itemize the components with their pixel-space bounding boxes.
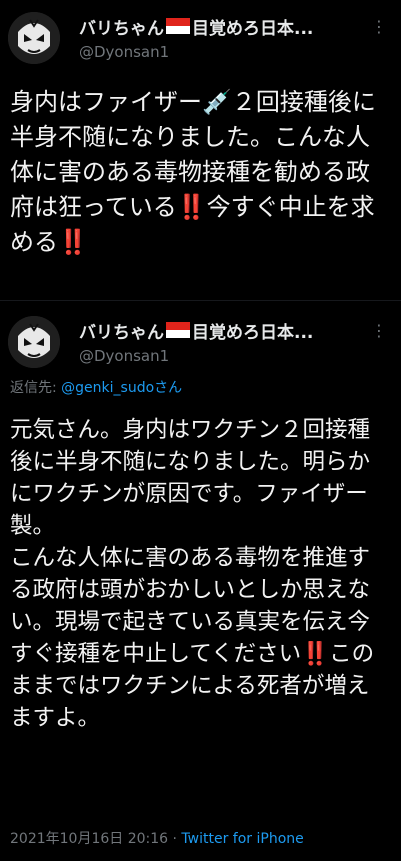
author-handle[interactable]: @Dyonsan1 [79,347,169,365]
reply-to-line: 返信先: @genki_sudoさん [10,377,182,397]
timestamp[interactable]: 2021年10月16日 20:16 [10,831,168,847]
more-dots-icon[interactable]: ⋮ [367,318,391,342]
author-name-row[interactable]: バリちゃん 目覚めろ日本... [79,14,314,39]
meta-separator: · [168,831,182,847]
tweet-2[interactable]: バリちゃん 目覚めろ日本... @Dyonsan1 ⋮ 返信先: @genki_… [0,300,401,861]
avatar[interactable] [8,12,60,64]
display-name-suffix: 目覚めろ日本... [192,18,314,39]
more-dots-icon[interactable]: ⋮ [367,14,391,38]
indonesia-flag-icon [166,322,190,338]
indonesia-flag-icon [166,18,190,34]
author-name-row[interactable]: バリちゃん 目覚めろ日本... [79,318,314,343]
display-name: バリちゃん [79,18,164,39]
display-name-suffix: 目覚めろ日本... [192,322,314,343]
display-name: バリちゃん [79,322,164,343]
reply-mention-link[interactable]: @genki_sudo [61,380,154,396]
reply-suffix: さん [154,380,183,396]
author-handle[interactable]: @Dyonsan1 [79,43,169,61]
reply-prefix: 返信先: [10,380,62,396]
tweet-metadata: 2021年10月16日 20:16 · Twitter for iPhone [10,828,304,848]
tweet-text: 身内はファイザー💉２回接種後に半身不随になりました。こんな人体に害のある毒物接種… [10,88,376,256]
avatar[interactable] [8,316,60,368]
tweet-text: 元気さん。身内はワクチン２回接種後に半身不随になりました。明らかにワクチンが原因… [10,417,375,731]
tweet-1[interactable]: バリちゃん 目覚めろ日本... @Dyonsan1 ⋮ 身内はファイザー💉２回接… [0,0,401,292]
source-link[interactable]: Twitter for iPhone [181,831,303,847]
